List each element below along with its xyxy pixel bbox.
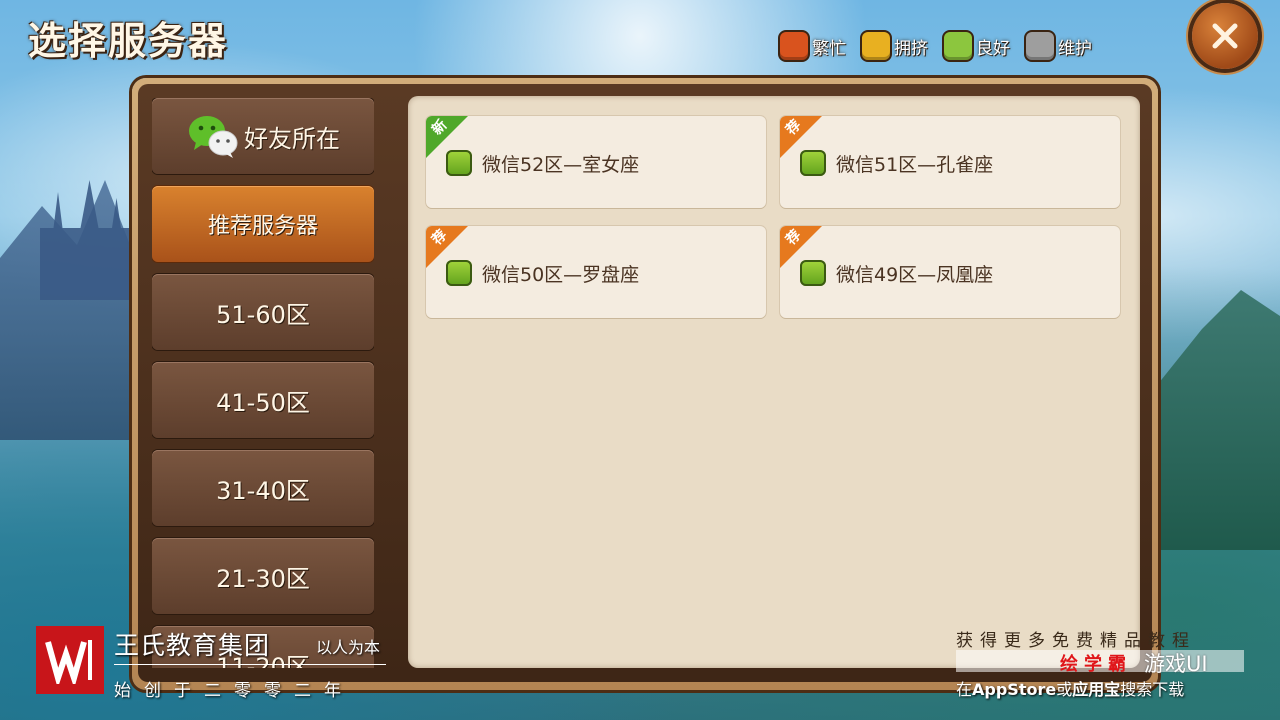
legend-busy-swatch <box>780 32 808 60</box>
sidebar-item-label: 推荐服务器 <box>207 214 318 239</box>
server-name: 微信50区—罗盘座 <box>482 264 640 286</box>
tag-label: 新 <box>429 117 451 139</box>
sidebar-item-41-50[interactable]: 41-50区 <box>152 362 374 438</box>
close-icon <box>1212 23 1238 49</box>
watermark-slogan: 以人为本 <box>316 638 381 657</box>
page-title: 选择服务器 <box>28 19 229 63</box>
tag-label: 荐 <box>429 227 451 249</box>
sidebar-item-label: 51-60区 <box>216 300 310 329</box>
status-legend: 繁忙 拥挤 良好 维护 <box>780 32 1092 60</box>
watermark-title: 王氏教育集团 <box>114 631 271 660</box>
background-castle <box>40 180 130 300</box>
sidebar-item-label: 31-40区 <box>216 476 310 505</box>
server-name: 微信49区—凤凰座 <box>836 264 994 286</box>
sidebar-item-friends[interactable]: 好友所在 <box>152 98 374 174</box>
download-appstore: AppStore <box>972 680 1057 699</box>
tag-label: 荐 <box>783 227 805 249</box>
status-good-icon <box>800 260 826 286</box>
legend-good-label: 良好 <box>976 38 1010 59</box>
status-good-icon <box>446 150 472 176</box>
watermark-left: 王氏教育集团 以人为本 始创于二零零二年 <box>36 626 396 701</box>
download-or: 或 <box>1056 680 1073 699</box>
legend-maintenance-label: 维护 <box>1058 38 1092 59</box>
download-store: 应用宝 <box>1072 680 1121 699</box>
download-suffix: 搜索下载 <box>1120 680 1185 699</box>
watermark-download: 在AppStore或应用宝搜索下载 <box>956 676 1184 700</box>
legend-crowded-swatch <box>862 32 890 60</box>
w-logo-icon <box>45 640 92 684</box>
sidebar-item-label: 好友所在 <box>244 124 340 153</box>
legend-busy-label: 繁忙 <box>812 38 846 59</box>
watermark-brand: 绘学霸 <box>1060 654 1132 675</box>
close-button[interactable] <box>1192 3 1258 69</box>
server-card-52[interactable]: 新 微信52区—室女座 <box>426 116 766 208</box>
legend-crowded-label: 拥挤 <box>894 38 928 59</box>
legend-good-swatch <box>944 32 972 60</box>
sidebar-item-label: 41-50区 <box>216 388 310 417</box>
watermark-game-ui: 游戏UI <box>1144 652 1208 676</box>
legend-busy: 繁忙 <box>780 32 846 60</box>
server-card-51[interactable]: 荐 微信51区—孔雀座 <box>780 116 1120 208</box>
server-name: 微信51区—孔雀座 <box>836 154 994 176</box>
sidebar-item-21-30[interactable]: 21-30区 <box>152 538 374 614</box>
sidebar-item-label: 21-30区 <box>216 564 310 593</box>
watermark-founded: 始创于二零零二年 <box>114 681 354 701</box>
legend-maintenance-swatch <box>1026 32 1054 60</box>
watermark-right: 获得更多免费精品教程 绘学霸 游戏UI 在AppStore或应用宝搜索下载 <box>956 626 1256 700</box>
status-good-icon <box>800 150 826 176</box>
legend-maintenance: 维护 <box>1026 32 1092 60</box>
brand-logo-icon <box>36 626 104 694</box>
sidebar-item-31-40[interactable]: 31-40区 <box>152 450 374 526</box>
watermark-divider <box>114 664 386 665</box>
sidebar-item-51-60[interactable]: 51-60区 <box>152 274 374 350</box>
legend-crowded: 拥挤 <box>862 32 928 60</box>
server-group-sidebar: 好友所在 推荐服务器 51-60区 41-50区 31-40区 21-30区 1… <box>152 98 374 668</box>
server-card-50[interactable]: 荐 微信50区—罗盘座 <box>426 226 766 318</box>
server-card-49[interactable]: 荐 微信49区—凤凰座 <box>780 226 1120 318</box>
sidebar-item-recommended[interactable]: 推荐服务器 <box>152 186 374 262</box>
legend-good: 良好 <box>944 32 1010 60</box>
download-prefix: 在 <box>956 680 973 699</box>
status-good-icon <box>446 260 472 286</box>
wechat-icon <box>189 116 238 158</box>
server-name: 微信52区—室女座 <box>482 154 640 176</box>
tag-label: 荐 <box>783 117 805 139</box>
background-hill <box>1150 290 1280 550</box>
